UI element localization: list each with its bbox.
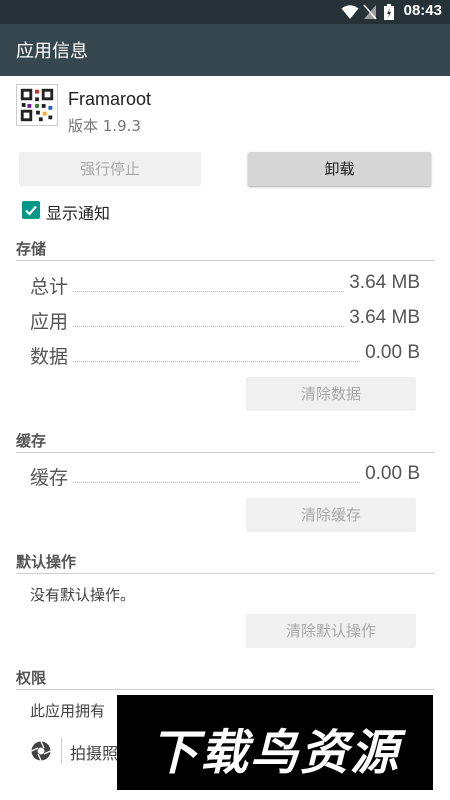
app-header: Framaroot 版本 1.9.3 xyxy=(0,76,450,146)
storage-row-data: 数据 0.00 B xyxy=(30,342,420,370)
storage-row-app: 应用 3.64 MB xyxy=(30,307,420,335)
permissions-text: 此应用拥有 xyxy=(30,702,106,720)
status-bar: 08:43 xyxy=(0,0,450,24)
storage-total-value: 3.64 MB xyxy=(345,272,420,294)
app-version: 版本 1.9.3 xyxy=(68,117,141,135)
defaults-divider xyxy=(16,573,434,574)
cache-value: 0.00 B xyxy=(361,463,420,485)
storage-app-value: 3.64 MB xyxy=(345,307,420,329)
storage-total-label: 总计 xyxy=(30,272,73,299)
app-qr-icon xyxy=(16,84,58,126)
app-bar: 应用信息 xyxy=(0,24,450,76)
storage-data-label: 数据 xyxy=(30,342,73,369)
permissions-header: 权限 xyxy=(16,669,47,687)
cache-label: 缓存 xyxy=(30,463,73,490)
storage-row-total: 总计 3.64 MB xyxy=(30,272,420,300)
storage-header: 存储 xyxy=(16,240,47,258)
camera-aperture-icon xyxy=(31,741,51,761)
notifications-checkbox[interactable] xyxy=(22,201,40,219)
no-signal-icon xyxy=(363,4,377,20)
cache-header: 缓存 xyxy=(16,432,47,450)
defaults-header: 默认操作 xyxy=(16,553,77,571)
clear-cache-button[interactable]: 清除缓存 xyxy=(246,498,416,532)
defaults-text: 没有默认操作。 xyxy=(30,586,136,604)
app-name: Framaroot xyxy=(68,89,152,109)
watermark-text: 下载鸟资源 xyxy=(149,725,400,781)
clear-data-button[interactable]: 清除数据 xyxy=(246,377,416,411)
storage-divider xyxy=(16,260,434,261)
storage-data-value: 0.00 B xyxy=(361,342,420,364)
permissions-divider xyxy=(16,689,434,690)
cache-divider xyxy=(16,452,434,453)
status-time: 08:43 xyxy=(403,2,442,19)
notifications-label: 显示通知 xyxy=(46,204,111,223)
permission-camera-label: 拍摄照 xyxy=(70,744,119,763)
watermark-banner: 下载鸟资源 xyxy=(117,695,433,790)
checkmark-icon xyxy=(25,205,37,216)
clear-defaults-button[interactable]: 清除默认操作 xyxy=(246,614,416,648)
uninstall-button[interactable]: 卸载 xyxy=(248,152,431,186)
page-title: 应用信息 xyxy=(16,41,88,62)
cache-row: 缓存 0.00 B xyxy=(30,463,420,491)
battery-icon xyxy=(384,4,394,20)
storage-app-label: 应用 xyxy=(30,307,73,334)
wifi-icon xyxy=(341,5,359,19)
permission-separator xyxy=(61,738,62,764)
force-stop-button[interactable]: 强行停止 xyxy=(19,152,201,186)
